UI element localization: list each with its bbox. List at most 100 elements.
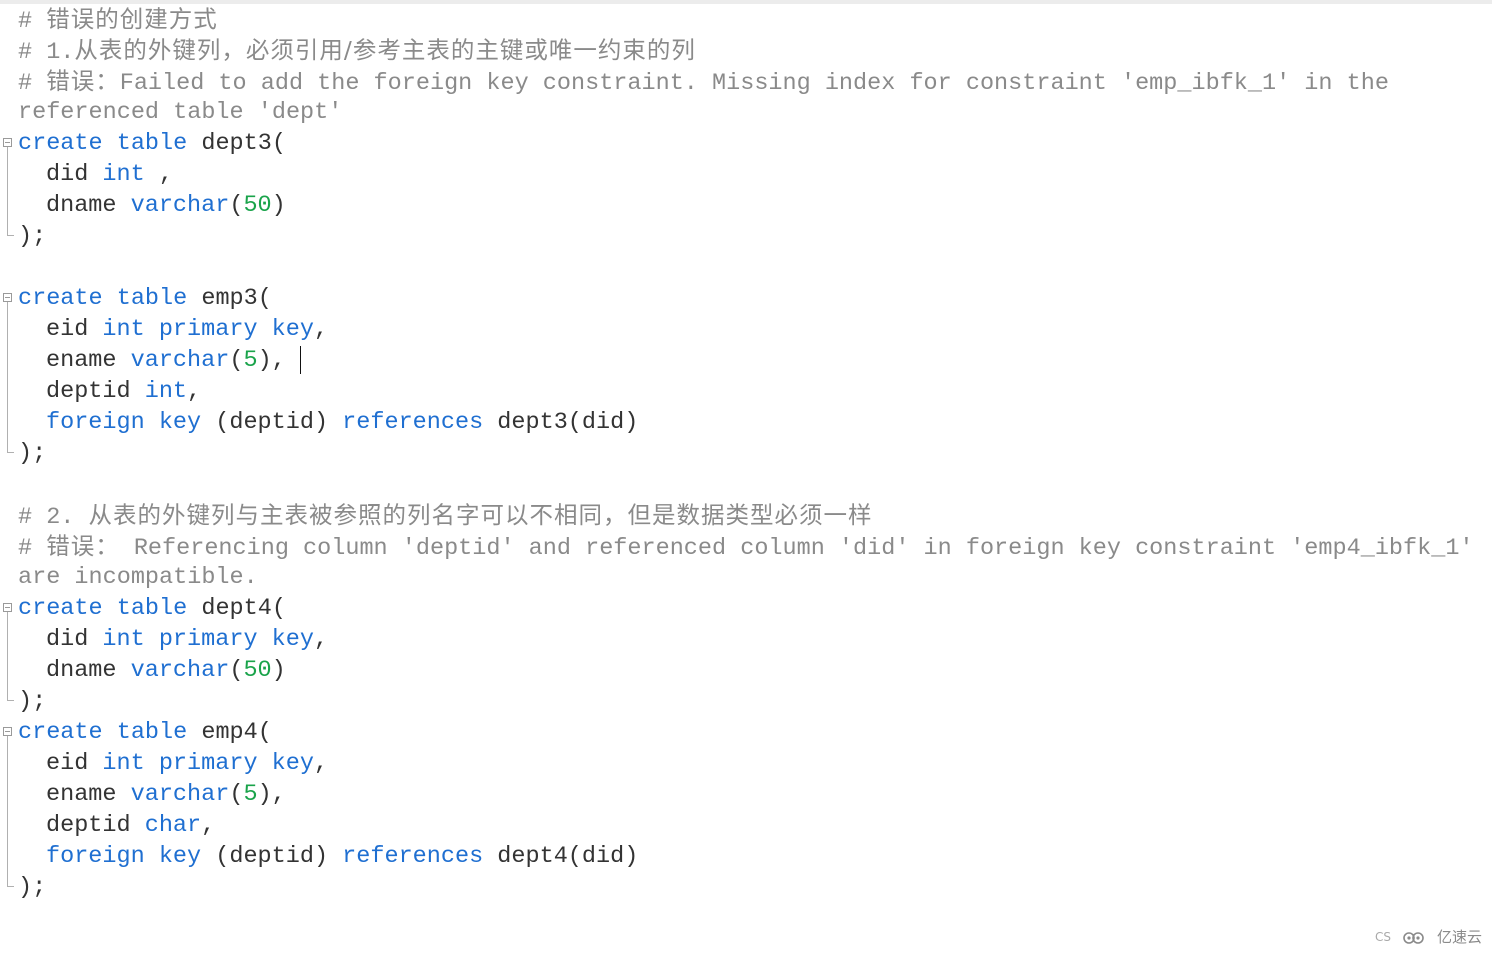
code-token: 50 [243, 657, 272, 684]
code-token: references [342, 843, 498, 870]
fold-guide [7, 345, 8, 376]
fold-guide [7, 190, 8, 221]
fold-guide [7, 779, 8, 810]
code-line[interactable]: deptid int, [0, 376, 1492, 407]
fold-guide [7, 624, 8, 655]
code-token: # [18, 8, 47, 35]
code-line[interactable]: create table emp4( [0, 717, 1492, 748]
code-line[interactable]: dname varchar(50) [0, 655, 1492, 686]
code-token: 从表的外键列与主表被参照的列名字可以不相同，但是数据类型必须一样 [88, 501, 873, 529]
code-token: dept4( [201, 595, 286, 622]
code-token: foreign key [46, 843, 216, 870]
code-line[interactable]: ); [0, 872, 1492, 903]
code-line[interactable]: foreign key (deptid) references dept4(di… [0, 841, 1492, 872]
code-token: create table [18, 130, 202, 157]
fold-guide [7, 810, 8, 841]
code-token: # 1. [18, 39, 75, 66]
code-token: eid [46, 316, 103, 343]
comment-line[interactable]: # 错误： Referencing column 'deptid' and re… [0, 531, 1492, 562]
code-token: ), [257, 347, 286, 374]
code-token: foreign key [46, 409, 216, 436]
fold-guide [7, 407, 8, 438]
fold-guide [7, 159, 8, 190]
comment-line[interactable]: referenced table 'dept' [0, 97, 1492, 128]
fold-collapse-icon[interactable] [3, 727, 12, 736]
code-token: dept4(did) [497, 843, 639, 870]
code-token: deptid [46, 378, 145, 405]
code-token: int [144, 378, 188, 405]
code-token: did [46, 626, 103, 653]
code-token: create table [18, 595, 202, 622]
comment-line[interactable]: # 1.从表的外键列，必须引用/参考主表的主键或唯一约束的列 [0, 35, 1492, 66]
code-token: emp4( [201, 719, 272, 746]
cloud-icon [1403, 931, 1424, 944]
code-token: ) [271, 192, 286, 219]
code-editor[interactable]: # 错误的创建方式 # 1.从表的外键列，必须引用/参考主表的主键或唯一约束的列 #… [0, 4, 1492, 955]
comment-line[interactable]: # 错误：Failed to add the foreign key const… [0, 66, 1492, 97]
code-token: , [187, 378, 202, 405]
code-line[interactable]: deptid char, [0, 810, 1492, 841]
code-token: 5 [243, 781, 258, 808]
code-token: # [18, 535, 47, 562]
fold-guide [7, 748, 8, 779]
code-token: Failed to add the foreign key constraint… [119, 70, 1389, 97]
code-token: varchar [130, 657, 230, 684]
code-token: int primary key [102, 316, 314, 343]
code-token: ename [46, 347, 131, 374]
code-line[interactable]: did int , [0, 159, 1492, 190]
code-token: , [313, 316, 329, 343]
code-token: (deptid) [215, 843, 343, 870]
code-token: 从表的外键列，必须引用/参考主表的主键或唯一约束的列 [74, 36, 696, 64]
fold-guide [7, 302, 8, 314]
code-token: , [144, 161, 173, 188]
code-token: , [313, 750, 329, 777]
fold-guide [7, 376, 8, 407]
code-token: ( [229, 657, 244, 684]
code-line[interactable]: dname varchar(50) [0, 190, 1492, 221]
code-token: ( [229, 781, 244, 808]
blank-line[interactable] [0, 252, 1492, 283]
code-token: ( [229, 192, 244, 219]
code-line[interactable]: create table dept4( [0, 593, 1492, 624]
code-line[interactable]: ename varchar(5), [0, 779, 1492, 810]
code-line[interactable]: create table emp3( [0, 283, 1492, 314]
code-token: dname [46, 657, 131, 684]
code-line[interactable]: did int primary key, [0, 624, 1492, 655]
code-token: Referencing column 'deptid' and referenc… [119, 535, 1474, 562]
code-line[interactable]: foreign key (deptid) references dept3(di… [0, 407, 1492, 438]
fold-collapse-icon[interactable] [3, 138, 12, 147]
fold-collapse-icon[interactable] [3, 603, 12, 612]
fold-guide [7, 841, 8, 872]
code-token: ( [229, 347, 244, 374]
code-token: varchar [130, 781, 230, 808]
code-line[interactable]: ename varchar(5), [0, 345, 1492, 376]
code-token: int [102, 161, 145, 188]
watermark-prefix: CS [1374, 929, 1391, 944]
code-line[interactable]: eid int primary key, [0, 748, 1492, 779]
code-line[interactable]: create table dept3( [0, 128, 1492, 159]
code-token: deptid [46, 812, 145, 839]
code-token: 50 [243, 192, 272, 219]
comment-line[interactable]: are incompatible. [0, 562, 1492, 593]
code-token: ); [18, 688, 47, 715]
code-token: 错误： [46, 67, 120, 95]
fold-guide [7, 655, 8, 686]
fold-guide [7, 612, 8, 624]
comment-line[interactable]: # 2. 从表的外键列与主表被参照的列名字可以不相同，但是数据类型必须一样 [0, 500, 1492, 531]
fold-guide [7, 736, 8, 748]
code-token: varchar [130, 347, 230, 374]
blank-line[interactable] [0, 469, 1492, 500]
comment-line[interactable]: # 错误的创建方式 [0, 4, 1492, 35]
code-line[interactable]: ); [0, 686, 1492, 717]
fold-collapse-icon[interactable] [3, 293, 12, 302]
code-token: eid [46, 750, 103, 777]
watermark-brand: 亿速云 [1436, 928, 1482, 946]
code-line[interactable]: ); [0, 438, 1492, 469]
code-token: ); [18, 874, 47, 901]
code-line[interactable]: eid int primary key, [0, 314, 1492, 345]
code-token: dept3(did) [497, 409, 639, 436]
code-line[interactable]: ); [0, 221, 1492, 252]
watermark: CS 亿速云 [1375, 926, 1482, 947]
code-token: (deptid) [215, 409, 343, 436]
code-token: int primary key [102, 626, 314, 653]
